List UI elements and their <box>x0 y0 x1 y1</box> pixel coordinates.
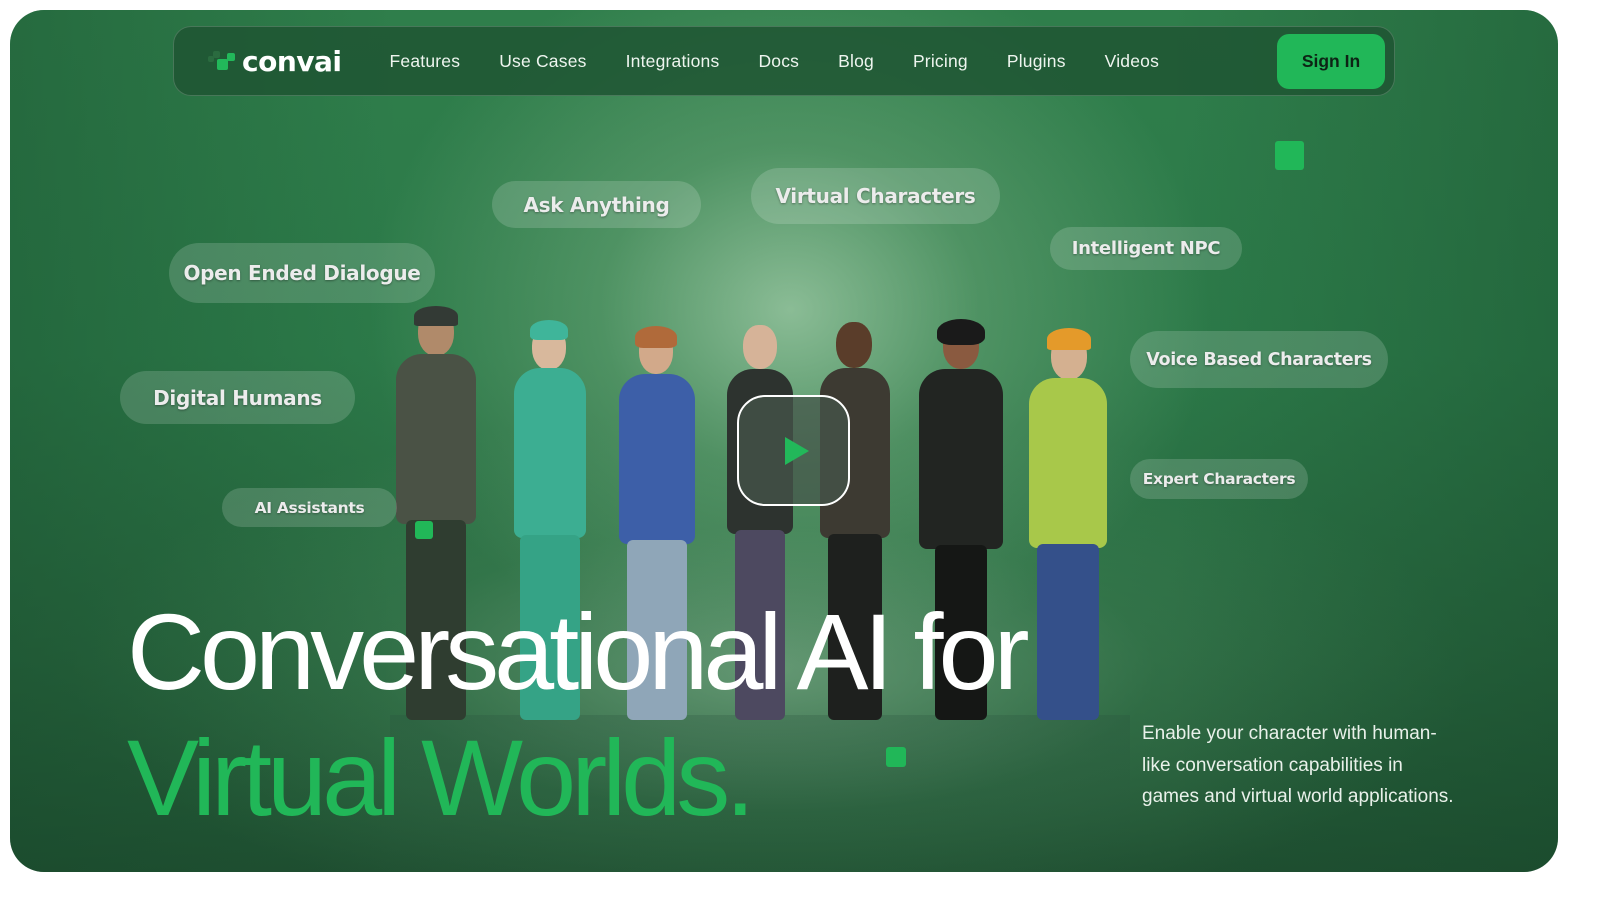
tag-ai-assistants: AI Assistants <box>222 488 397 527</box>
nav-link-docs[interactable]: Docs <box>758 51 799 72</box>
logo-mark-icon <box>208 49 236 73</box>
nav-link-plugins[interactable]: Plugins <box>1007 51 1066 72</box>
tag-digital-humans: Digital Humans <box>120 371 355 424</box>
tag-intelligent-npc: Intelligent NPC <box>1050 227 1242 270</box>
sign-in-button[interactable]: Sign In <box>1277 34 1385 89</box>
decorative-square <box>886 747 906 767</box>
logo-text: convai <box>242 44 342 78</box>
hero-description: Enable your character with human-like co… <box>1142 723 1454 807</box>
nav-link-blog[interactable]: Blog <box>838 51 874 72</box>
nav-link-use-cases[interactable]: Use Cases <box>499 51 586 72</box>
convai-logo[interactable]: convai <box>208 45 342 78</box>
tag-voice-based-characters: Voice Based Characters <box>1130 331 1388 388</box>
decorative-square <box>1275 141 1304 170</box>
nav-links: Features Use Cases Integrations Docs Blo… <box>390 51 1160 72</box>
character-construction-worker <box>1015 328 1120 720</box>
nav-link-integrations[interactable]: Integrations <box>626 51 720 72</box>
nav-link-pricing[interactable]: Pricing <box>913 51 968 72</box>
headline-line-2: Virtual Worlds. <box>127 717 755 838</box>
nav-link-features[interactable]: Features <box>390 51 461 72</box>
play-icon <box>784 436 809 465</box>
tag-open-ended-dialogue: Open Ended Dialogue <box>169 243 435 303</box>
decorative-square <box>415 521 433 539</box>
headline-line-1: Conversational AI for <box>127 591 1030 712</box>
nav-link-videos[interactable]: Videos <box>1105 51 1159 72</box>
hero-section: convai Features Use Cases Integrations D… <box>10 10 1558 872</box>
tag-expert-characters: Expert Characters <box>1130 459 1308 499</box>
top-navigation: convai Features Use Cases Integrations D… <box>173 26 1395 96</box>
tag-virtual-characters: Virtual Characters <box>751 168 1000 224</box>
tag-ask-anything: Ask Anything <box>492 181 701 228</box>
play-video-button[interactable] <box>737 395 850 506</box>
